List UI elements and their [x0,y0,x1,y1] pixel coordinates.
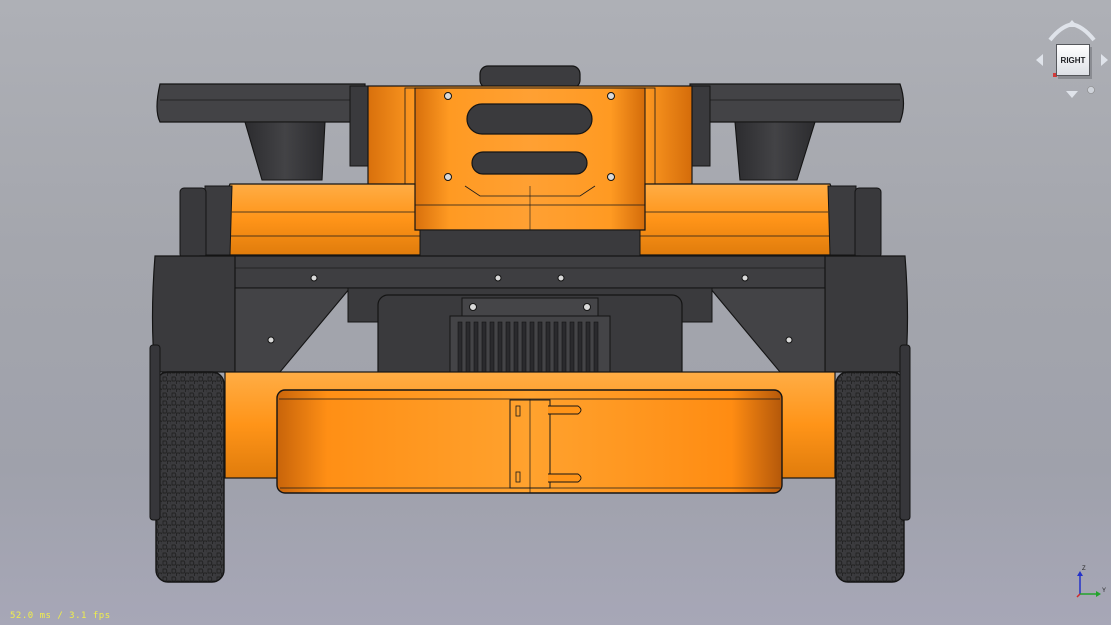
arrow-left-icon [1036,54,1043,66]
view-menu-icon [1087,86,1095,94]
control-panel-housing [367,85,693,231]
z-axis-label: Z [1082,566,1086,572]
arrow-right-icon [1101,54,1108,66]
navigation-cube[interactable]: RIGHT [1033,18,1111,102]
x-axis-icon [1076,593,1081,598]
axis-indicator: Z Y [1068,566,1108,602]
navcube-face-right[interactable]: RIGHT [1056,44,1090,76]
y-axis-label: Y [1102,588,1107,594]
chassis-rail [199,255,861,289]
right-wheel [835,344,911,583]
3d-viewport[interactable] [0,0,1111,625]
front-bumper [276,389,783,494]
arrow-down-icon [1066,91,1078,98]
fps-counter: 52.0 ms / 3.1 fps [10,611,111,621]
left-wheel [149,344,225,583]
